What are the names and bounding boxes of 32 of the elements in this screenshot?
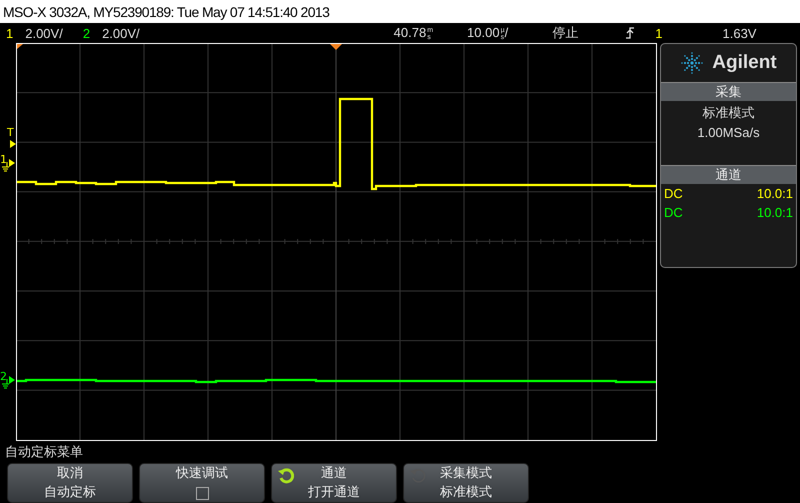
section-header: 通道 [661, 165, 796, 184]
channel-coupling: DC [664, 185, 683, 203]
softkey-button[interactable]: 快速调试 [139, 463, 265, 503]
brand-logo: Agilent [712, 52, 777, 74]
window-title: MSO-X 3032A, MY52390189: Tue May 07 14:51:40 2013 [3, 4, 330, 20]
sample-rate: 1.00MSa/s [696, 124, 761, 142]
softkey-button[interactable]: 取消 自动定标 [7, 463, 133, 503]
delay-marker-icon [17, 44, 23, 49]
trigger-level: 1.63V [722, 26, 756, 40]
trigger-position-marker-icon [330, 44, 342, 50]
channel-marker: 2 [0, 370, 7, 383]
probe-ratio: 10.0:1 [756, 185, 793, 203]
acquisition-mode: 标准模式 [702, 104, 756, 122]
trigger-marker: T [7, 126, 14, 139]
trigger-level-marker-icon [10, 140, 16, 148]
softkey-button[interactable]: 采集模式 标准模式 [403, 463, 529, 503]
run-state: 停止 [552, 24, 578, 42]
checkbox[interactable] [196, 486, 208, 500]
channel-number: 1 [6, 26, 14, 40]
channel-number: 2 [82, 26, 90, 40]
channel-scale: 2.00V/ [102, 26, 140, 40]
section-header: 采集 [661, 82, 796, 101]
softkey-button[interactable]: 通道 打开通道 [271, 463, 397, 503]
probe-ratio: 10.0:1 [756, 204, 793, 222]
channel-coupling: DC [664, 204, 683, 222]
menu-title: 自动定标菜单 [5, 445, 83, 460]
ground-marker-icon [0, 157, 16, 173]
trigger-source: 1 [655, 26, 662, 40]
channel-marker: 1 [0, 153, 7, 166]
rising-edge-icon [626, 27, 636, 39]
channel-scale: 2.00V/ [25, 26, 63, 40]
logo-spark-icon [680, 51, 704, 75]
